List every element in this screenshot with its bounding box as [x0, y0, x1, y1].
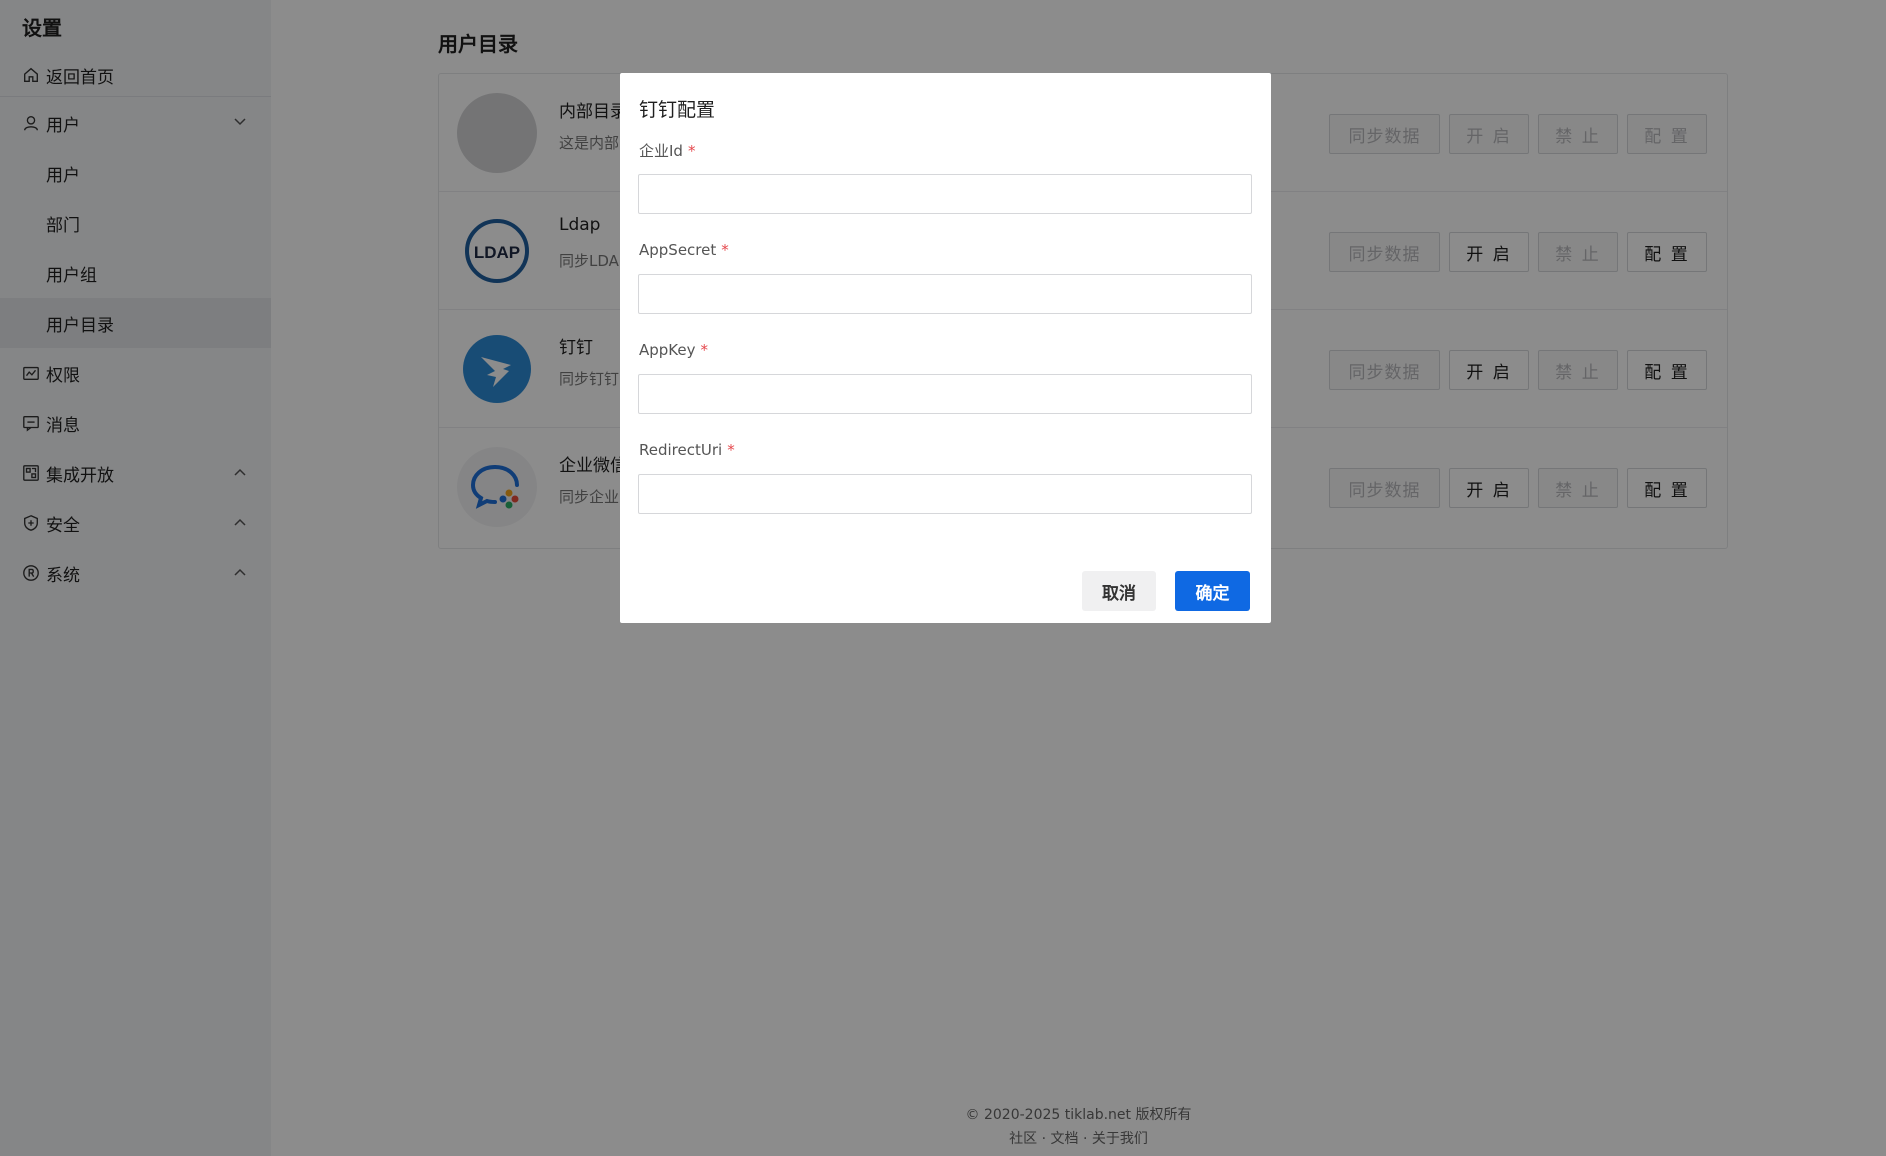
app-key-label: AppKey *	[639, 341, 708, 359]
required-mark: *	[727, 441, 735, 459]
field-label-text: 企业Id	[639, 142, 683, 160]
corp-id-label: 企业Id *	[639, 140, 695, 161]
app-secret-input[interactable]	[638, 274, 1252, 314]
required-mark: *	[721, 241, 729, 259]
app-secret-label: AppSecret *	[639, 241, 729, 259]
required-mark: *	[700, 341, 709, 359]
app-key-input[interactable]	[638, 374, 1252, 414]
field-label-text: RedirectUri	[639, 441, 723, 459]
cancel-button[interactable]: 取消	[1082, 571, 1156, 611]
dialog-title: 钉钉配置	[639, 99, 716, 121]
field-label-text: AppSecret	[639, 241, 717, 259]
redirect-uri-label: RedirectUri *	[639, 441, 735, 459]
redirect-uri-input[interactable]	[638, 474, 1252, 514]
confirm-button[interactable]: 确定	[1175, 571, 1250, 611]
dingtalk-config-dialog: 钉钉配置 企业Id * AppSecret * AppKey * RedirectUr…	[620, 73, 1271, 623]
corp-id-input[interactable]	[638, 174, 1252, 214]
required-mark: *	[687, 142, 696, 160]
field-label-text: AppKey	[639, 341, 696, 359]
